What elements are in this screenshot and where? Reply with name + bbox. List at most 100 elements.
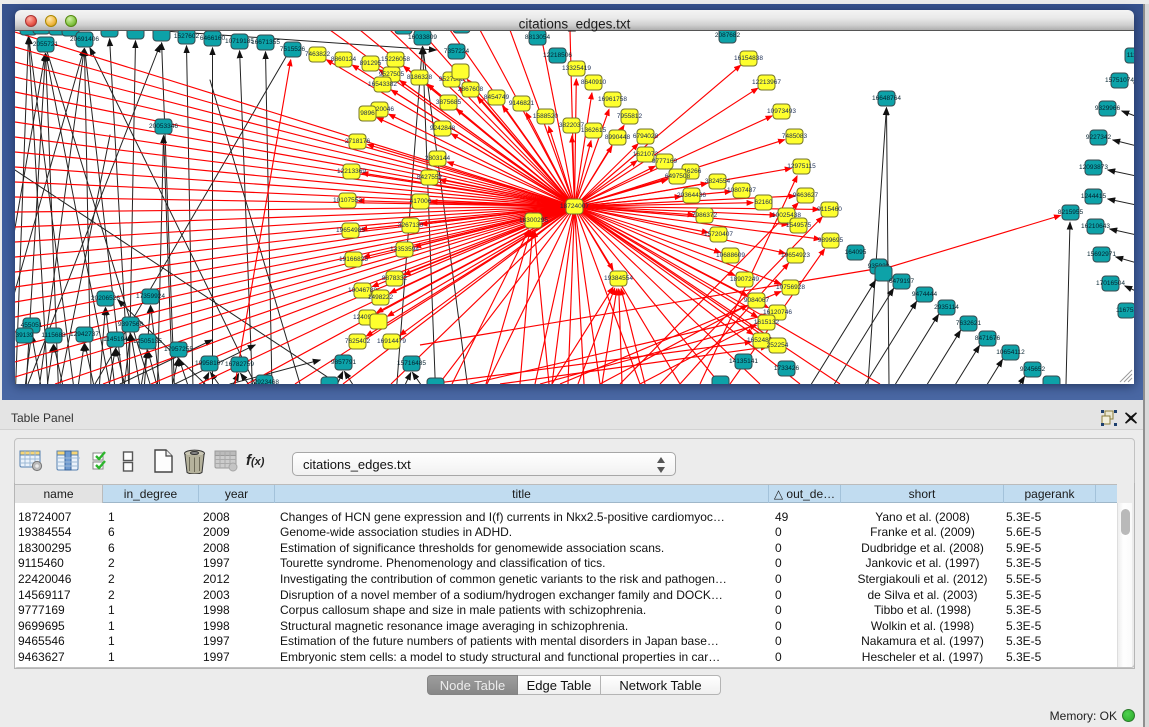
svg-text:19654985: 19654985 bbox=[336, 227, 365, 234]
svg-text:12213967: 12213967 bbox=[752, 79, 781, 86]
svg-text:18300295: 18300295 bbox=[519, 217, 548, 224]
svg-text:2935114: 2935114 bbox=[934, 304, 959, 311]
svg-text:7485083: 7485083 bbox=[782, 133, 808, 140]
svg-text:8640910: 8640910 bbox=[581, 79, 607, 86]
svg-text:1615132: 1615132 bbox=[754, 319, 780, 326]
svg-text:10807487: 10807487 bbox=[727, 187, 756, 194]
svg-text:9329966: 9329966 bbox=[1095, 105, 1121, 112]
svg-text:8454749: 8454749 bbox=[484, 94, 510, 101]
svg-text:16961758: 16961758 bbox=[598, 96, 627, 103]
svg-text:2055721: 2055721 bbox=[33, 41, 59, 48]
svg-text:8990448: 8990448 bbox=[605, 134, 631, 141]
svg-text:1527602: 1527602 bbox=[174, 33, 200, 40]
svg-text:12975115: 12975115 bbox=[787, 163, 816, 170]
svg-text:7515526: 7515526 bbox=[280, 46, 306, 53]
svg-text:19166825: 19166825 bbox=[339, 256, 368, 263]
svg-text:9463627: 9463627 bbox=[793, 192, 819, 199]
svg-text:1145194: 1145194 bbox=[103, 336, 128, 343]
svg-text:6479197: 6479197 bbox=[889, 278, 915, 285]
svg-text:17016504: 17016504 bbox=[1096, 280, 1125, 287]
svg-text:12505135: 12505135 bbox=[133, 338, 162, 345]
svg-text:15720407: 15720407 bbox=[704, 231, 733, 238]
svg-text:20206526: 20206526 bbox=[91, 295, 120, 302]
svg-text:20364436: 20364436 bbox=[677, 192, 706, 199]
svg-text:164095: 164095 bbox=[845, 249, 867, 256]
svg-text:16648764: 16648764 bbox=[872, 95, 901, 102]
svg-text:20691406: 20691406 bbox=[70, 36, 99, 43]
svg-text:10719185: 10719185 bbox=[225, 38, 254, 45]
svg-text:417006: 417006 bbox=[410, 198, 432, 205]
svg-text:16033809: 16033809 bbox=[408, 34, 437, 41]
svg-text:1244415: 1244415 bbox=[1081, 193, 1107, 200]
svg-text:12942737: 12942737 bbox=[70, 331, 99, 338]
svg-text:15226058: 15226058 bbox=[381, 56, 410, 63]
svg-text:15716485: 15716485 bbox=[397, 360, 426, 367]
svg-text:16154838: 16154838 bbox=[734, 55, 763, 62]
svg-text:9896: 9896 bbox=[360, 110, 375, 117]
svg-text:8813054: 8813054 bbox=[525, 34, 551, 41]
svg-text:9245652: 9245652 bbox=[1020, 366, 1046, 373]
svg-text:891295: 891295 bbox=[360, 60, 382, 67]
svg-text:14135141: 14135141 bbox=[729, 358, 758, 365]
svg-text:2718176: 2718176 bbox=[345, 138, 371, 145]
svg-text:9474444: 9474444 bbox=[912, 291, 938, 298]
svg-text:9115460: 9115460 bbox=[817, 206, 842, 213]
svg-text:10973493: 10973493 bbox=[767, 108, 796, 115]
svg-text:16543382: 16543382 bbox=[368, 81, 397, 88]
svg-text:9899695: 9899695 bbox=[818, 237, 844, 244]
svg-text:1115683: 1115683 bbox=[41, 332, 66, 339]
svg-text:8860124: 8860124 bbox=[331, 56, 357, 63]
svg-text:19384554: 19384554 bbox=[604, 275, 633, 282]
svg-text:16782759: 16782759 bbox=[225, 361, 254, 368]
svg-text:1112: 1112 bbox=[1127, 52, 1134, 59]
svg-text:7463822: 7463822 bbox=[305, 51, 331, 58]
svg-text:9857791: 9857791 bbox=[331, 359, 357, 366]
svg-text:13325419: 13325419 bbox=[562, 65, 591, 72]
svg-text:17957255: 17957255 bbox=[164, 346, 193, 353]
svg-text:252254: 252254 bbox=[767, 342, 789, 349]
svg-text:16210643: 16210643 bbox=[1081, 223, 1110, 230]
svg-text:1588520: 1588520 bbox=[533, 113, 559, 120]
svg-text:8215955: 8215955 bbox=[1058, 209, 1084, 216]
svg-text:7986372: 7986372 bbox=[692, 212, 718, 219]
svg-text:2867608: 2867608 bbox=[458, 86, 484, 93]
svg-text:10107553: 10107553 bbox=[333, 197, 362, 204]
svg-text:16914479: 16914479 bbox=[377, 338, 406, 345]
svg-text:19958107: 19958107 bbox=[195, 360, 224, 367]
svg-text:16671355: 16671355 bbox=[251, 39, 280, 46]
svg-text:9242848: 9242848 bbox=[430, 125, 456, 132]
svg-text:1498222: 1498222 bbox=[368, 294, 394, 301]
svg-text:10688609: 10688609 bbox=[716, 252, 745, 259]
svg-text:2803144: 2803144 bbox=[425, 155, 451, 162]
svg-text:8186328: 8186328 bbox=[407, 74, 433, 81]
svg-text:15692971: 15692971 bbox=[1087, 251, 1116, 258]
svg-text:10654112: 10654112 bbox=[996, 349, 1025, 356]
svg-text:9146821: 9146821 bbox=[509, 100, 535, 107]
svg-text:10756928: 10756928 bbox=[776, 284, 805, 291]
svg-text:39139: 39139 bbox=[15, 332, 33, 339]
svg-text:9777169: 9777169 bbox=[652, 158, 678, 165]
svg-text:19654923: 19654923 bbox=[781, 252, 810, 259]
svg-text:6497508: 6497508 bbox=[665, 173, 691, 180]
svg-text:7625402: 7625402 bbox=[345, 338, 371, 345]
svg-text:1733426: 1733426 bbox=[774, 365, 800, 372]
svg-text:9084067: 9084067 bbox=[744, 297, 770, 304]
svg-text:15751074: 15751074 bbox=[1105, 77, 1134, 84]
svg-text:3875685: 3875685 bbox=[436, 99, 462, 106]
svg-text:18907249: 18907249 bbox=[730, 276, 759, 283]
svg-text:62160: 62160 bbox=[754, 199, 772, 206]
svg-text:6794028: 6794028 bbox=[633, 133, 659, 140]
svg-text:3267130: 3267130 bbox=[398, 222, 424, 229]
svg-text:1362615: 1362615 bbox=[581, 127, 607, 134]
svg-text:1549575: 1549575 bbox=[786, 222, 812, 229]
svg-text:7632621: 7632621 bbox=[956, 320, 982, 327]
svg-text:12093873: 12093873 bbox=[1079, 164, 1108, 171]
svg-text:13353594: 13353594 bbox=[390, 246, 419, 253]
svg-text:6466160: 6466160 bbox=[200, 35, 226, 42]
svg-text:8427552: 8427552 bbox=[417, 174, 443, 181]
svg-text:12213369: 12213369 bbox=[337, 168, 366, 175]
svg-text:17359924: 17359924 bbox=[136, 293, 165, 300]
svg-text:9227342: 9227342 bbox=[1086, 134, 1112, 141]
svg-text:8878332: 8878332 bbox=[382, 275, 408, 282]
svg-text:116753: 116753 bbox=[1116, 307, 1134, 314]
